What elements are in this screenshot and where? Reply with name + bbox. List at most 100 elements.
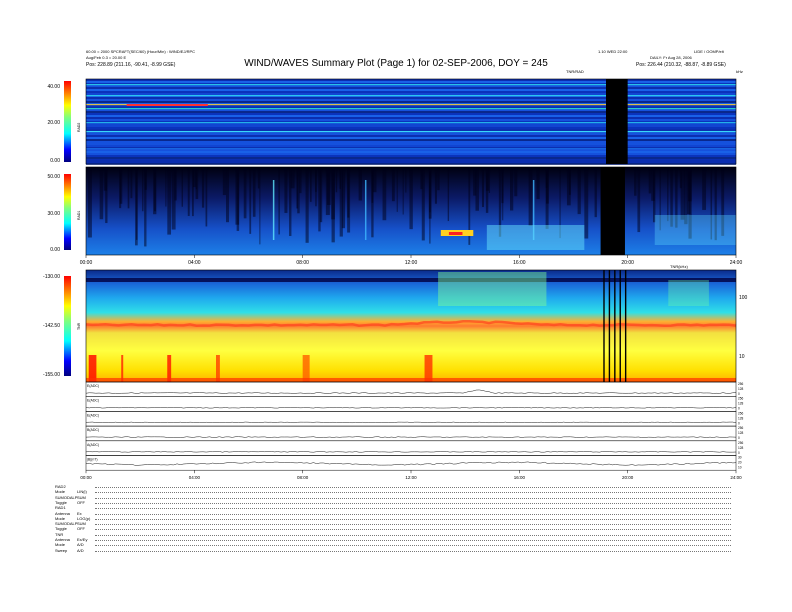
bottom-xtick-label: 16:00 xyxy=(514,475,526,480)
rad2-emission-line xyxy=(86,95,736,97)
footer-row: Mode LIN(l) xyxy=(55,489,87,494)
tnr-low-freq-burst xyxy=(302,355,310,382)
rad1-tick-top: 50.00 xyxy=(47,174,60,180)
line-panel-right-tick: 256 xyxy=(738,397,744,401)
rad1-streak xyxy=(135,167,138,246)
line-panel-frame xyxy=(85,425,737,442)
rad1-streak xyxy=(686,167,691,214)
line-panel-frame xyxy=(85,381,737,397)
tnr-tick-bottom: -155.00 xyxy=(43,372,60,378)
footer-value: LIN(l) xyxy=(77,489,87,495)
rad1-streak xyxy=(226,167,229,223)
rad1-streak xyxy=(434,167,437,204)
rad1-streak xyxy=(481,167,484,208)
footer-row: SUMODALPSUM xyxy=(55,521,86,526)
rad1-streak xyxy=(259,167,261,245)
footer-row: TNR xyxy=(55,532,77,537)
tnr-low-freq-burst xyxy=(167,355,172,382)
line-panel-trace xyxy=(85,407,737,409)
footer-row: SUMODALPSUM xyxy=(55,495,86,500)
rad1-streak xyxy=(222,167,227,196)
rad2-tick-mid: 20.00 xyxy=(47,120,60,126)
rad2-band xyxy=(86,113,736,115)
rad2-band xyxy=(86,133,736,135)
rad1-streak xyxy=(187,167,190,216)
rad2-colorbar xyxy=(64,81,71,162)
rad1-streak xyxy=(195,167,199,200)
tnr-low-freq-burst xyxy=(88,355,97,382)
rad1-streak xyxy=(257,167,260,189)
rad1-streak xyxy=(130,167,133,199)
tnr-gap-line xyxy=(614,270,616,382)
rad1-streak xyxy=(305,167,309,243)
rad2-band xyxy=(86,91,736,93)
line-panel-label: E(ADC) xyxy=(87,413,99,417)
footer-value: A/D xyxy=(77,547,84,553)
rad2-band xyxy=(86,161,736,163)
rad1-streak xyxy=(201,167,205,208)
rad1-streak xyxy=(514,167,518,197)
footer-key: Toggle xyxy=(55,499,67,505)
line-panel-right-tick: 128 xyxy=(738,431,744,435)
rad1-streak xyxy=(391,167,395,202)
footer-value: OFF xyxy=(77,526,85,532)
rad2-emission-line xyxy=(86,108,736,110)
rad1-streak xyxy=(347,167,350,218)
rad1-tick-mid: 30.00 xyxy=(47,211,60,217)
rad1-streak xyxy=(309,167,312,202)
footer-key: Sweep xyxy=(55,547,68,553)
line-panel-right-tick: 128 xyxy=(738,387,744,391)
rad1-streak xyxy=(171,167,176,230)
rad2-band xyxy=(86,117,736,119)
rad2-band xyxy=(86,123,736,125)
summary-plot: 40.00 20.00 0.00 RAD2 50.00 30.00 0.00 R… xyxy=(43,78,748,480)
rad1-streak xyxy=(318,167,321,232)
footer-row: RAD2 xyxy=(55,484,77,489)
rad1-streak xyxy=(396,167,398,212)
rad1-xtick-label: 24:00 xyxy=(730,260,743,266)
rad2-band xyxy=(86,127,736,129)
footer-dotted-line xyxy=(95,513,731,515)
footer-dotted-line xyxy=(95,508,731,510)
tnr-colorbar xyxy=(64,276,71,376)
footer-dotted-line xyxy=(95,524,731,526)
tnr-emission-patch xyxy=(438,272,547,306)
rad2-band xyxy=(86,99,736,101)
bottom-xtick-label: 04:00 xyxy=(189,475,201,480)
rad1-streak xyxy=(119,167,122,209)
line-panel-label: A(ADC) xyxy=(87,443,99,447)
line-panel-right-tick: 256 xyxy=(738,441,744,445)
rad1-xtick-label: 00:00 xyxy=(80,260,93,266)
footer-key: TNR xyxy=(55,531,64,537)
rad1-streak xyxy=(447,167,450,222)
rad1-streak xyxy=(667,167,669,222)
bottom-xtick-label: 00:00 xyxy=(80,475,92,480)
rad1-label: RAD1 xyxy=(77,211,81,220)
rad2-band xyxy=(86,115,736,117)
footer-row: Toggle OFF xyxy=(55,526,85,531)
rad2-label: RAD2 xyxy=(77,123,81,132)
rad2-emission-line xyxy=(86,148,736,150)
footer-value: Ex/Ey xyxy=(77,537,88,542)
rad2-band xyxy=(86,151,736,153)
rad1-streak xyxy=(289,167,292,237)
rad1-streak xyxy=(153,167,157,215)
rad1-streak xyxy=(594,167,597,218)
tnr-low-freq-burst xyxy=(121,355,124,382)
tnr-gap-line xyxy=(619,270,621,382)
rad1-panel: 50.00 30.00 0.00 RAD1 00:00 04:00 08:00 12:… xyxy=(47,166,743,266)
rad1-streak xyxy=(165,167,167,207)
rad1-data-gap xyxy=(600,167,625,255)
bottom-xtick-label: 08:00 xyxy=(297,475,309,480)
rad2-band xyxy=(86,109,736,111)
rad1-streak xyxy=(331,167,335,243)
rad2-band xyxy=(86,145,736,147)
line-panel-right-tick: 0 xyxy=(738,421,740,425)
rad2-band xyxy=(86,93,736,95)
footer-row: RAD1 xyxy=(55,505,77,510)
rad2-band xyxy=(86,141,736,143)
line-panel-right-tick: 0 xyxy=(738,392,740,396)
line-panel-label: |B|(nT) xyxy=(87,458,98,462)
rad1-xtick-label: 12:00 xyxy=(405,260,418,266)
rad2-band xyxy=(86,111,736,113)
